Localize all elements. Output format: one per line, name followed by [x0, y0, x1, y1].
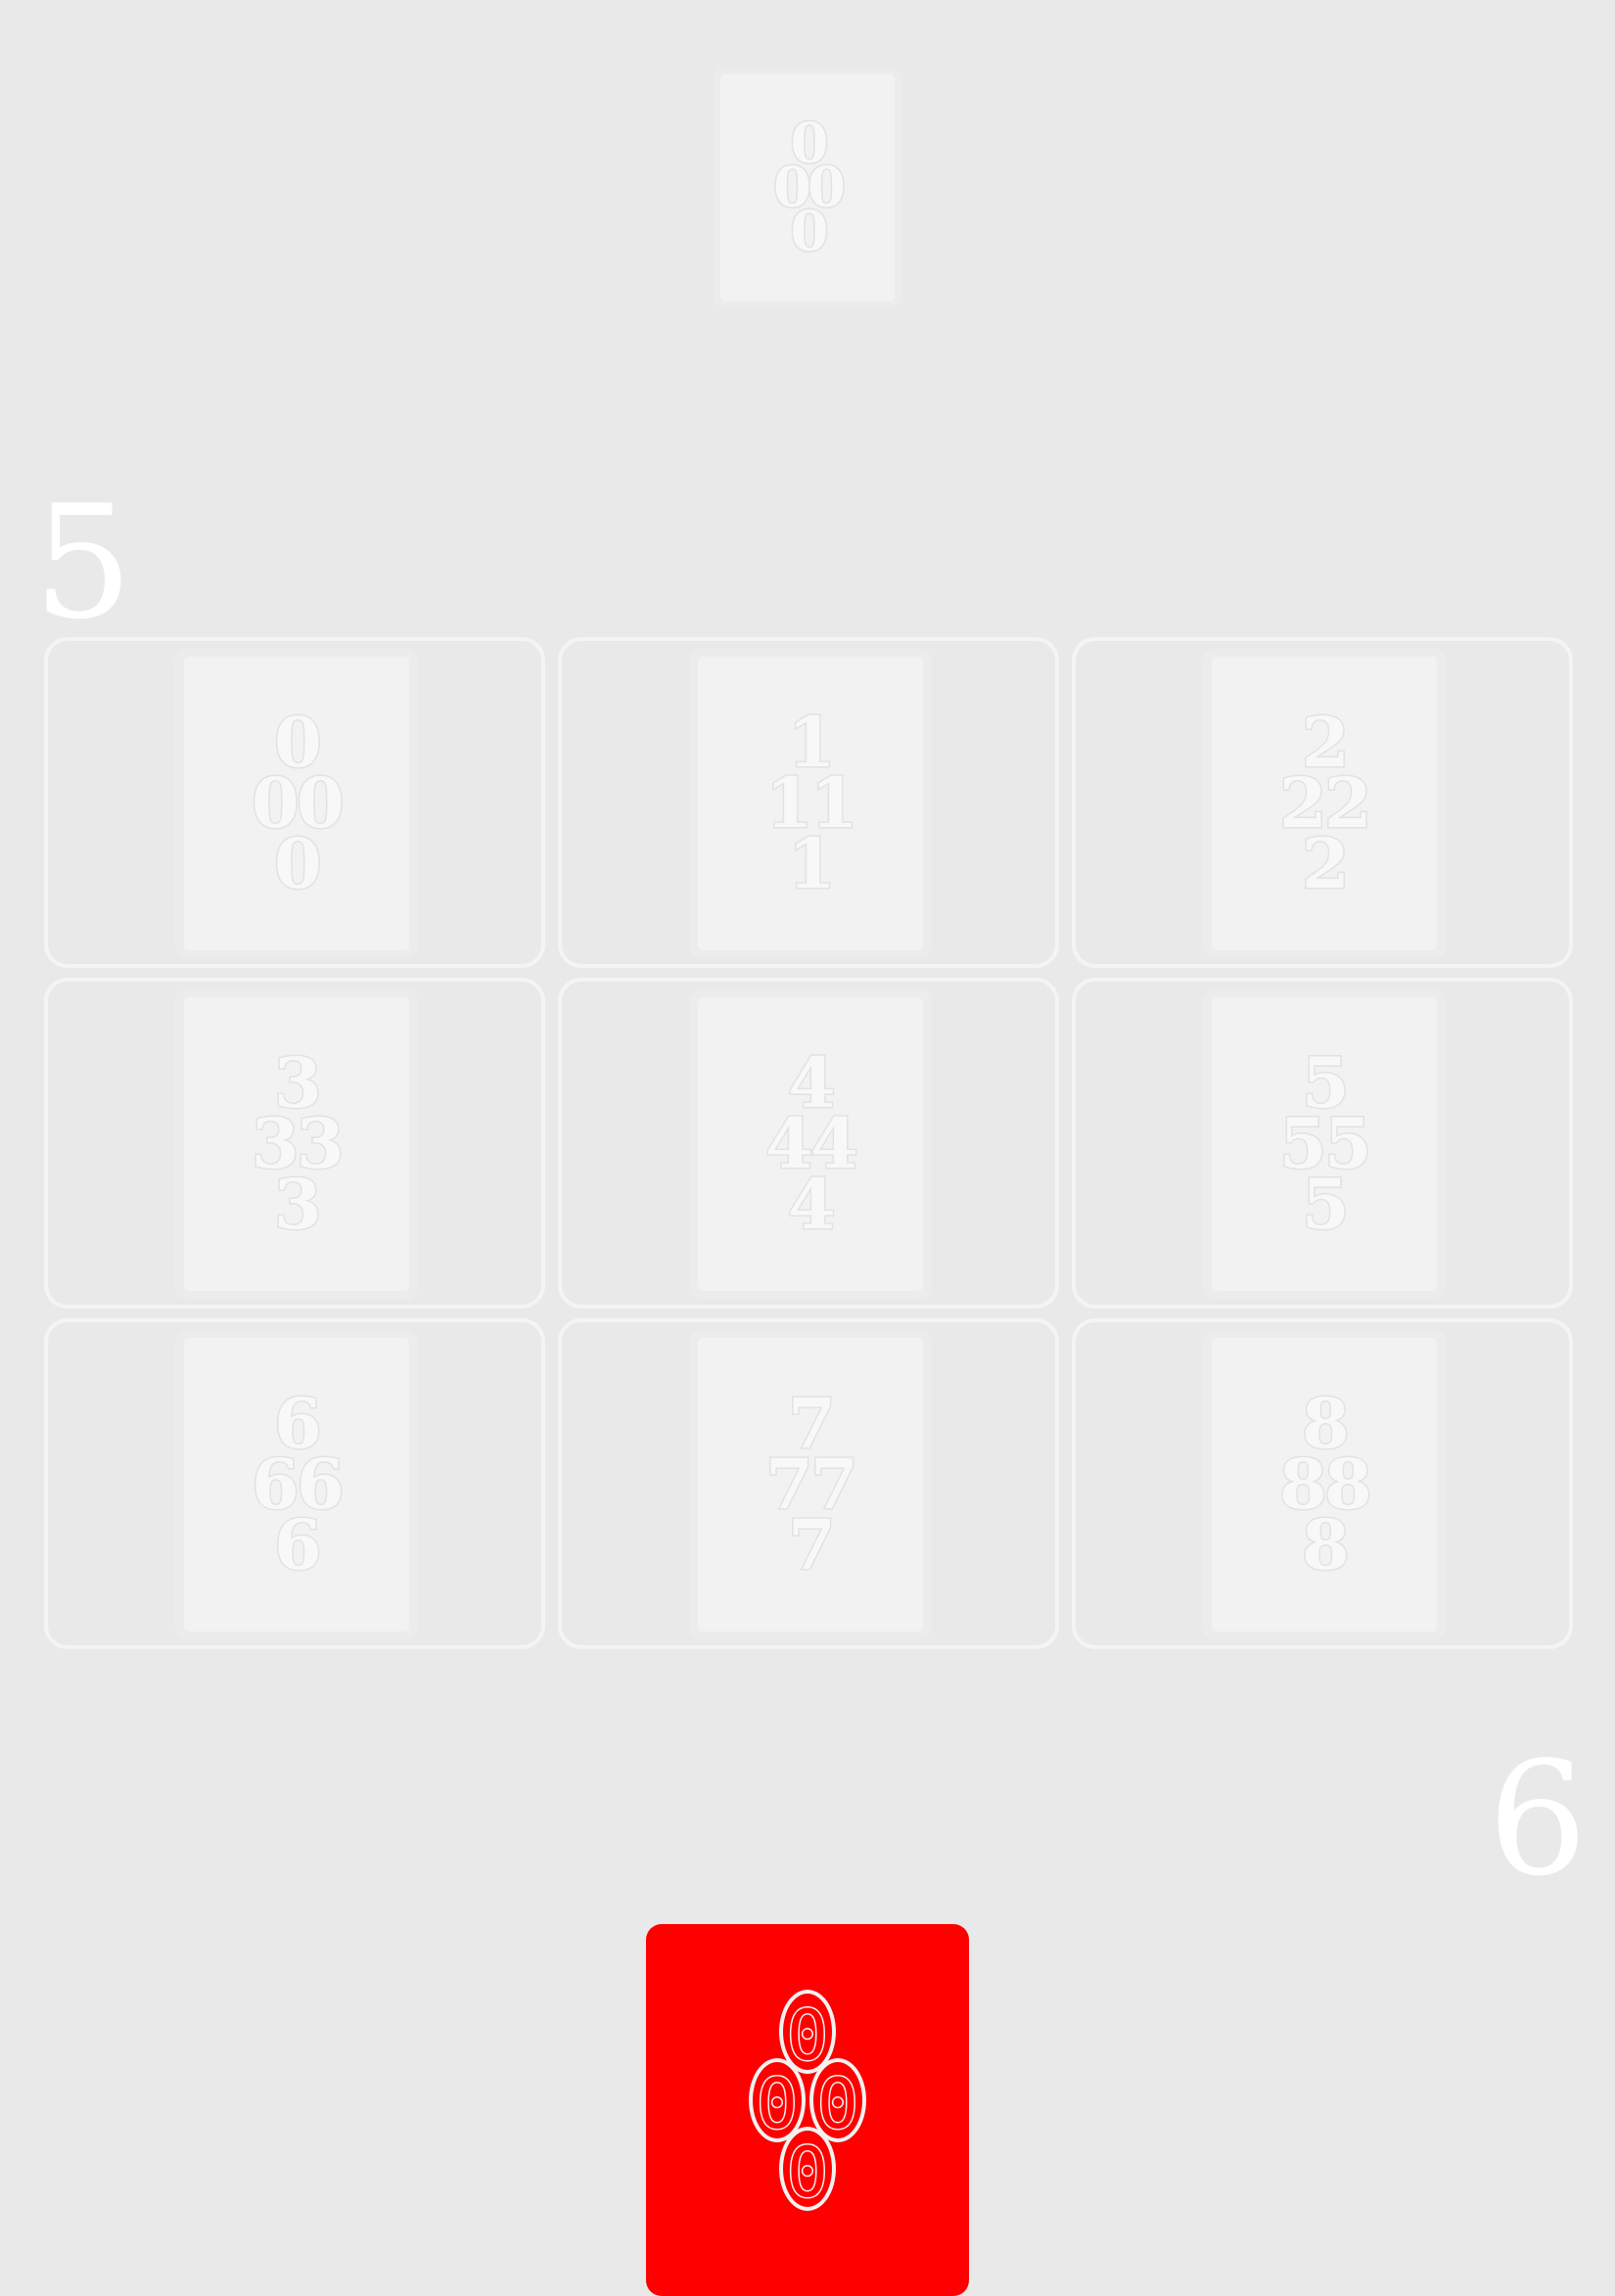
board-card-numeral: 5 [1301, 1164, 1352, 1245]
opponent-score: 5 [33, 471, 133, 654]
board-cell[interactable]: 1111 [558, 637, 1059, 968]
board-card: 7777 [689, 1329, 932, 1640]
board-card-numerals: 2222 [1203, 707, 1446, 904]
board-cell[interactable]: 0000 [44, 637, 545, 968]
board-card-numerals: 7777 [689, 1388, 932, 1585]
board-card-numeral: 4 [787, 1164, 838, 1245]
board-cell[interactable]: 3333 [44, 978, 545, 1309]
board-cell[interactable]: 4444 [558, 978, 1059, 1309]
board-card-numerals: 0000 [175, 707, 418, 904]
board-grid: 0000 1111 2222 3333 4444 5555 6666 7777 8888 [44, 637, 1573, 1649]
board-card-numerals: 4444 [689, 1047, 932, 1245]
board-card-numeral: 7 [787, 1504, 838, 1585]
player-score: 6 [1488, 1727, 1588, 1910]
board-card: 5555 [1203, 988, 1446, 1300]
board-card-numerals: 1111 [689, 707, 932, 904]
board-card-numerals: 8888 [1203, 1388, 1446, 1585]
board-card-numeral: 3 [273, 1164, 324, 1245]
board-cell[interactable]: 7777 [558, 1318, 1059, 1649]
board-cell[interactable]: 8888 [1072, 1318, 1573, 1649]
board-card-numerals: 3333 [175, 1047, 418, 1245]
board-card: 8888 [1203, 1329, 1446, 1640]
opponent-card: 0 0 0 0 [714, 68, 901, 308]
player-card[interactable]: 0 0 0 0 [646, 1924, 969, 2296]
player-card-numeral: 0 [779, 2127, 836, 2215]
board-card-numerals: 5555 [1203, 1047, 1446, 1245]
board-card: 4444 [689, 988, 932, 1300]
board-card-numerals: 6666 [175, 1388, 418, 1585]
board-cell[interactable]: 5555 [1072, 978, 1573, 1309]
player-card-numerals: 0 0 0 0 [646, 1990, 969, 2215]
board-card-numeral: 1 [787, 823, 838, 904]
board-card-numeral: 6 [273, 1504, 324, 1585]
board-card: 0000 [175, 648, 418, 959]
opponent-card-numerals: 0 0 0 0 [714, 115, 901, 264]
board-card: 2222 [1203, 648, 1446, 959]
board-card-numeral: 8 [1301, 1504, 1352, 1585]
board-card: 6666 [175, 1329, 418, 1640]
board-card: 1111 [689, 648, 932, 959]
board-card-numeral: 0 [273, 823, 324, 904]
board-card-numeral: 2 [1301, 823, 1352, 904]
board-card: 3333 [175, 988, 418, 1300]
opponent-card-numeral: 0 [789, 199, 830, 264]
board-cell[interactable]: 2222 [1072, 637, 1573, 968]
board-cell[interactable]: 6666 [44, 1318, 545, 1649]
